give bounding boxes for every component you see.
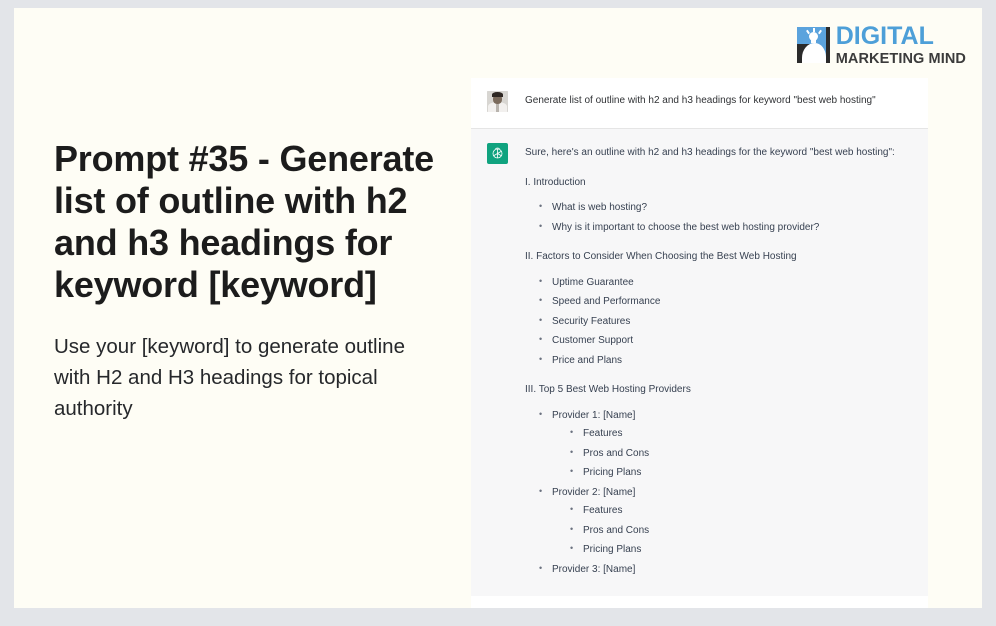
logo-title: DIGITAL: [835, 22, 934, 50]
outline-subitem: Pros and Cons: [570, 446, 912, 462]
outline-item: Security Features: [539, 314, 912, 330]
outline-item: Provider 1: [Name] Features Pros and Cons P…: [539, 408, 912, 481]
outline-section-heading: III. Top 5 Best Web Hosting Providers: [525, 384, 691, 395]
user-avatar-cell: [481, 91, 525, 112]
outline-list-level1: What is web hosting? Why is it important …: [539, 200, 912, 236]
outline-list-level1: Provider 1: [Name]FeaturesPros and ConsP…: [539, 408, 912, 578]
page-title: Prompt #35 - Generate list of outline wi…: [54, 138, 434, 306]
chat-message-assistant: Sure, here's an outline with h2 and h3 h…: [471, 128, 928, 596]
outline-item: Price and Plans: [539, 353, 912, 369]
assistant-lead-text: Sure, here's an outline with h2 and h3 h…: [525, 147, 895, 158]
outline-item-label: Why is it important to choose the best w…: [552, 221, 820, 233]
outline-item-label: Customer Support: [552, 335, 634, 346]
outline-list-level2: Features Pros and Cons Pricing Plans: [570, 503, 912, 558]
outline-item-label: Security Features: [552, 315, 631, 327]
openai-logo-icon: [487, 143, 508, 164]
outline-item-label: Provider 3: [Name]: [552, 563, 636, 575]
page-subtitle: Use your [keyword] to generate outline w…: [54, 335, 405, 420]
outline-item: Customer Support: [539, 333, 912, 349]
outline-subitem: Features: [570, 426, 912, 442]
outline-item: Provider 2: [Name] Features Pros and Cons P…: [539, 485, 912, 558]
outline-item-label: Speed and Performance: [552, 296, 661, 307]
outline-list-level2: Features Pros and Cons Pricing Plans: [570, 426, 912, 481]
outline-item: Why is it important to choose the best w…: [539, 220, 912, 236]
outline-list-level1: Uptime Guarantee Speed and Performance Sec…: [539, 275, 912, 369]
outline-content: I. Introduction What is web hosting? Why i…: [525, 176, 912, 578]
assistant-avatar-cell: [481, 143, 525, 582]
outline-item: Speed and Performance: [539, 294, 912, 310]
user-message-text: Generate list of outline with h2 and h3 …: [525, 95, 876, 106]
outline-item-label: Price and Plans: [552, 354, 623, 366]
outline-subitem: Features: [570, 503, 912, 519]
brand-logo: DIGITAL MARKETING MIND: [796, 22, 966, 67]
user-photo-avatar: [487, 91, 508, 112]
outline-subitem: Pricing Plans: [570, 465, 912, 481]
slide-canvas: DIGITAL MARKETING MIND Prompt #35 - Gene…: [14, 8, 982, 608]
outline-item-label: Provider 2: [Name]: [552, 486, 636, 498]
outline-section-heading: II. Factors to Consider When Choosing th…: [525, 251, 797, 262]
outline-section-heading: I. Introduction: [525, 176, 586, 188]
lightbulb-head-logo-icon: [796, 27, 830, 64]
chatgpt-conversation-panel: Generate list of outline with h2 and h3 …: [471, 78, 928, 608]
logo-subtitle: MARKETING MIND: [835, 51, 966, 67]
assistant-message-body: Sure, here's an outline with h2 and h3 h…: [525, 143, 912, 582]
slide-text-column: Prompt #35 - Generate list of outline wi…: [54, 138, 434, 425]
outline-item: Uptime Guarantee: [539, 275, 912, 291]
outline-item-label: Uptime Guarantee: [552, 276, 634, 288]
chat-message-user: Generate list of outline with h2 and h3 …: [471, 78, 928, 128]
outline-subitem: Pros and Cons: [570, 523, 912, 539]
outline-item-label: Provider 1: [Name]: [552, 409, 636, 421]
outline-subitem: Pricing Plans: [570, 542, 912, 558]
outline-item: What is web hosting?: [539, 200, 912, 216]
outline-item: Provider 3: [Name]: [539, 562, 912, 578]
outline-item-label: What is web hosting?: [552, 202, 648, 213]
